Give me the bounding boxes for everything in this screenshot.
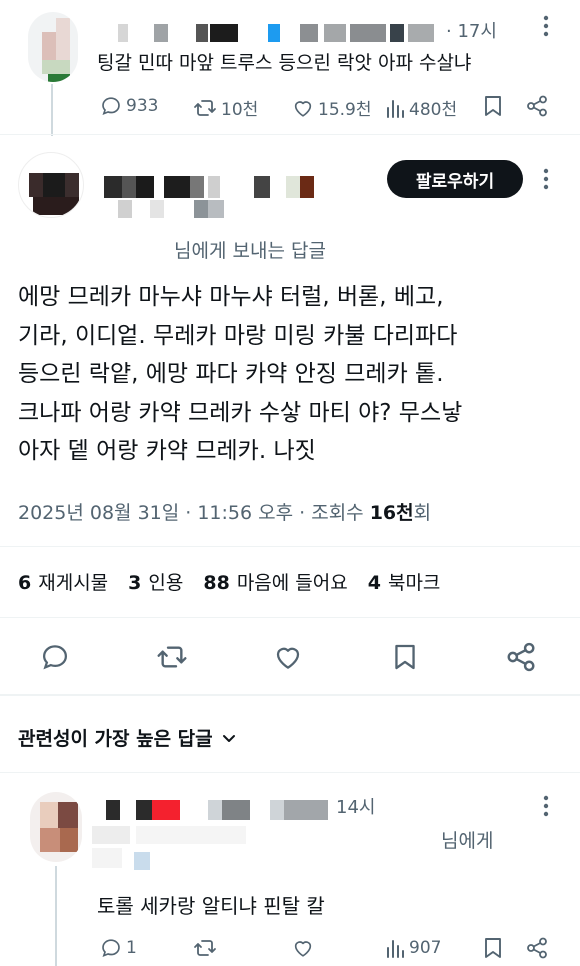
quotes-count[interactable]: 3 인용 [128, 568, 203, 595]
tweet-text-line: 에망 므레카 마누샤 마누샤 터럴, 버롣, 베고, [18, 284, 444, 310]
retweet-button[interactable] [154, 640, 190, 674]
main-tweet-text: 에망 므레카 마누샤 마누샤 터럴, 버롣, 베고, 기라, 이디엍. 무레카 … [18, 278, 563, 471]
parent-tweet-text: 팅갈 민따 마앞 트루스 등으린 락앗 아파 수살냐 [97, 52, 472, 74]
main-more-icon[interactable] [543, 167, 549, 191]
like-button[interactable] [271, 640, 305, 674]
retweet-icon [157, 646, 187, 668]
reply-more-icon[interactable] [543, 794, 549, 818]
reply-reply-count: 1 [126, 938, 137, 958]
reply-button[interactable] [38, 640, 72, 674]
thread-line [51, 84, 53, 136]
follow-button[interactable]: 팔로우하기 [387, 160, 523, 198]
divider [0, 546, 580, 547]
tweet-text-line: 아자 뎉 어랑 카약 므레카. 나짓 [18, 438, 316, 464]
chevron-down-icon [222, 734, 235, 742]
tweet-views-suffix: 회 [413, 502, 432, 524]
heart-icon [294, 100, 312, 117]
reply-author-name-redacted[interactable] [92, 800, 332, 870]
divider [0, 772, 580, 773]
tweet-views-count: 16천 [369, 502, 414, 524]
parent-reply-button[interactable]: 933 [100, 95, 158, 117]
reply-reply-to-label[interactable]: 님에게 [441, 826, 493, 853]
bookmarks-count[interactable]: 4 북마크 [368, 568, 461, 595]
reply-reply-button[interactable]: 1 [100, 937, 137, 959]
reply-tweet-time[interactable]: 14시 [336, 793, 375, 819]
parent-like-button[interactable]: 15.9천 [292, 95, 372, 120]
reply-avatar[interactable] [30, 792, 82, 862]
share-icon [507, 642, 535, 672]
reply-tweet-text: 토롤 세카랑 알티냐 핀탈 칼 [97, 894, 325, 918]
thread-line [55, 866, 57, 966]
reply-bookmark-icon[interactable] [482, 935, 504, 961]
tweet-text-line: 등으린 락얕, 에망 파다 카약 안징 므레카 톹. [18, 361, 444, 387]
views-icon [387, 99, 404, 118]
parent-views-button[interactable]: 480천 [385, 95, 457, 120]
parent-like-count: 15.9천 [318, 100, 372, 120]
bookmark-icon [395, 644, 415, 670]
parent-bookmark-icon[interactable] [482, 93, 504, 119]
heart-icon [294, 941, 312, 957]
parent-tweet-time[interactable]: · 17시 [446, 17, 497, 43]
tweet-datetime[interactable]: 2025년 08월 31일 · 11:56 오후 · 조회수 [18, 502, 370, 524]
parent-author-name-redacted[interactable] [118, 24, 448, 42]
share-button[interactable] [504, 640, 538, 674]
reply-to-label[interactable]: 님에게 보내는 답글 [174, 236, 326, 263]
reply-retweet-button[interactable] [193, 937, 221, 959]
views-icon [387, 940, 404, 958]
bookmark-button[interactable] [390, 640, 420, 674]
divider [0, 617, 580, 618]
parent-retweet-button[interactable]: 10천 [193, 95, 258, 120]
main-avatar[interactable] [18, 152, 84, 218]
engagement-counts: 6 재게시물 3 인용 88 마음에 들어요 4 북마크 [18, 568, 460, 595]
likes-count[interactable]: 88 마음에 들어요 [203, 568, 367, 595]
parent-reply-count: 933 [126, 96, 159, 116]
tweet-text-line: 크나파 어랑 카약 므레카 수샇 마티 야? 무스낳 [18, 399, 463, 426]
divider [0, 134, 580, 135]
reply-icon [102, 97, 120, 116]
divider [0, 694, 580, 696]
reposts-count[interactable]: 6 재게시물 [18, 568, 128, 595]
retweet-icon [194, 940, 216, 956]
reply-like-button[interactable] [292, 937, 318, 959]
main-author-name-redacted[interactable] [104, 176, 324, 222]
tweet-text-line: 기라, 이디엍. 무레카 마랑 미링 카불 다리파다 [18, 322, 458, 349]
parent-views-count: 480천 [409, 100, 458, 120]
parent-avatar[interactable] [28, 12, 78, 82]
parent-retweet-count: 10천 [221, 100, 259, 120]
reply-sort-label: 관련성이 가장 높은 답글 [18, 728, 213, 750]
reply-views-count: 907 [409, 938, 442, 958]
parent-more-icon[interactable] [543, 14, 549, 38]
reply-icon [102, 939, 120, 958]
reply-views-button[interactable]: 907 [385, 937, 441, 959]
retweet-icon [194, 99, 216, 116]
reply-share-icon[interactable] [525, 935, 549, 961]
reply-sort-dropdown[interactable]: 관련성이 가장 높은 답글 [18, 724, 237, 751]
reply-icon [42, 645, 68, 670]
parent-share-icon[interactable] [525, 93, 549, 119]
tweet-meta: 2025년 08월 31일 · 11:56 오후 · 조회수 16천회 [18, 498, 431, 525]
heart-icon [276, 647, 300, 669]
